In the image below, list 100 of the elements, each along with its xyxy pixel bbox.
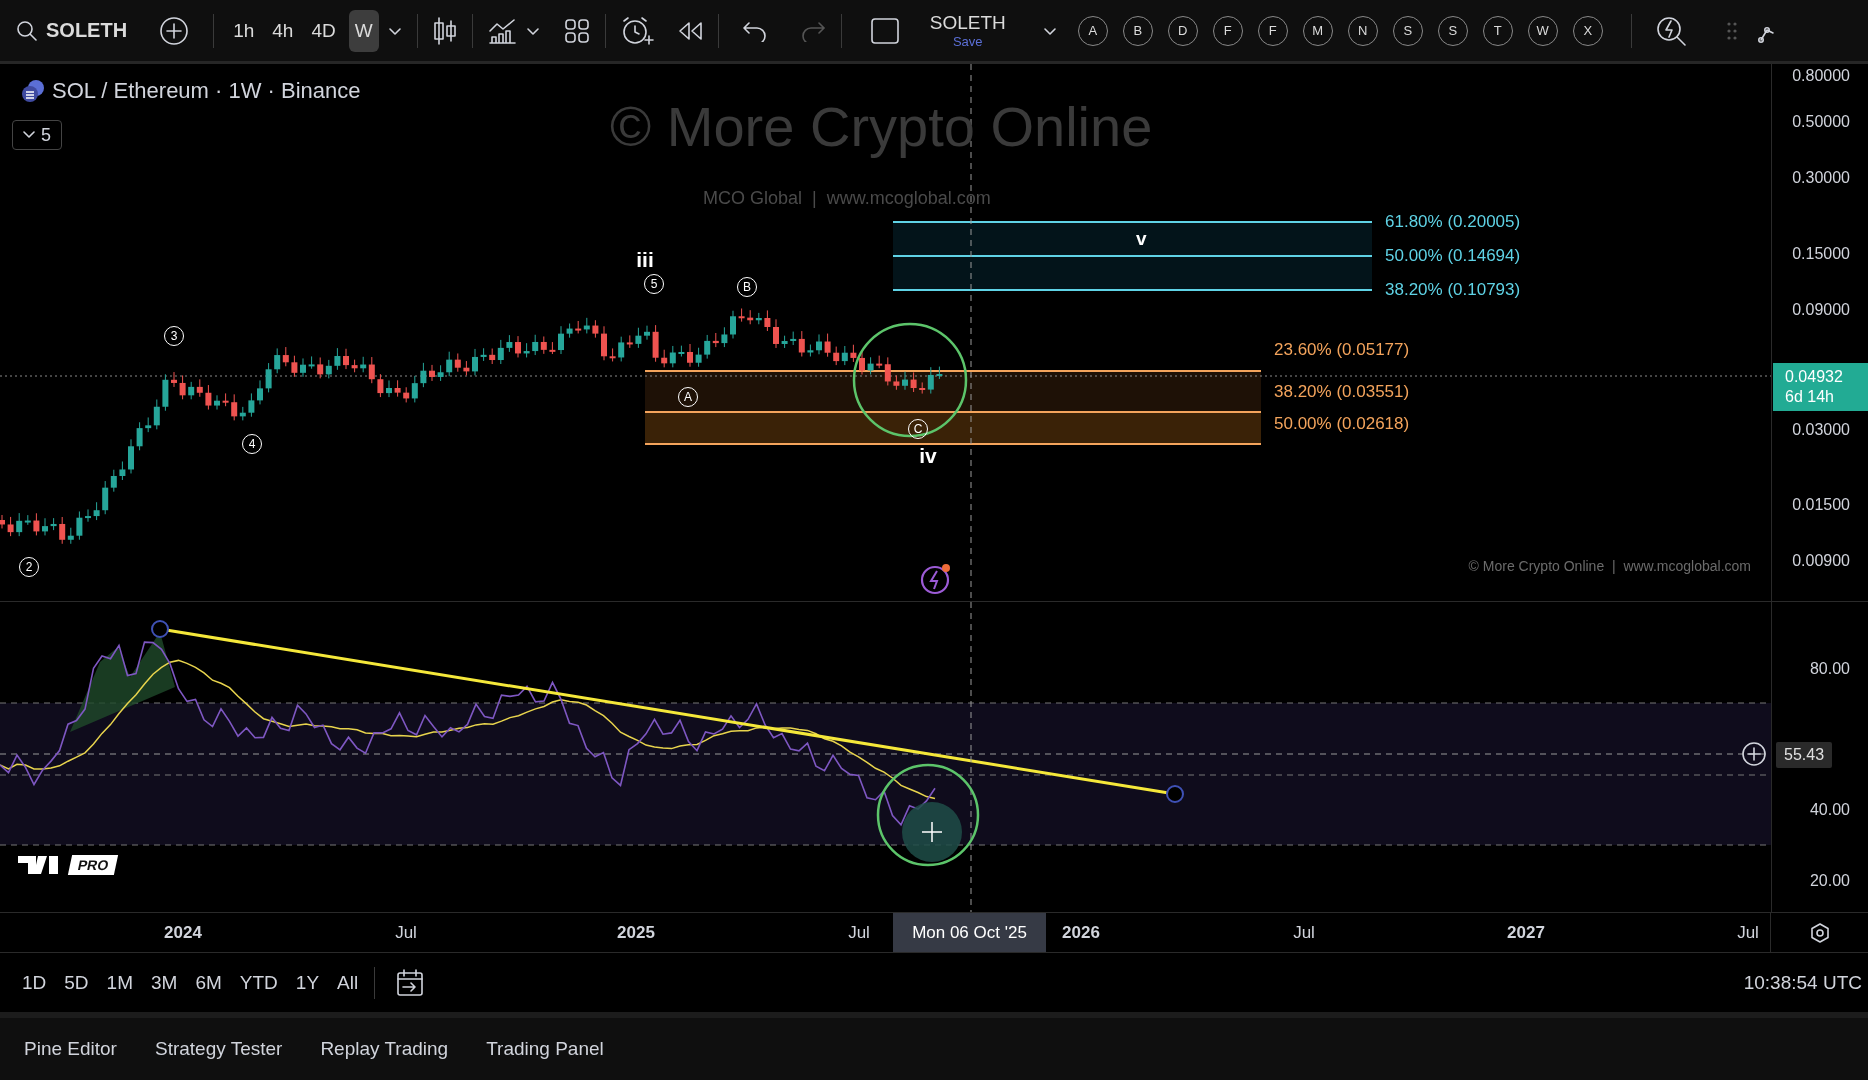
fibonacci-label: 38.20% (0.10793) (1385, 280, 1521, 300)
date-range-button[interactable]: 1D (14, 965, 55, 1000)
time-axis-label: Jul (1293, 922, 1315, 943)
lightning-icon[interactable] (919, 562, 953, 596)
candlestick (850, 344, 857, 363)
time-axis-label: Jul (1737, 922, 1759, 943)
candlestick (85, 508, 91, 523)
candlestick (644, 325, 650, 341)
price-axis-label: 0.15000 (1792, 245, 1850, 263)
grid-icon[interactable] (562, 16, 591, 45)
interval-tab[interactable]: W (348, 9, 379, 52)
interval-tab[interactable]: 4D (306, 9, 341, 52)
candlestick (265, 362, 272, 393)
date-range-button[interactable]: 1M (98, 965, 141, 1000)
chart-title: SOL / Ethereum · 1W · Binance (52, 78, 361, 104)
candlestick (0, 514, 5, 529)
candlestick (721, 326, 728, 348)
candlestick (824, 333, 831, 358)
candlestick (128, 438, 134, 474)
price-axis-label: 0.50000 (1792, 113, 1850, 131)
time-axis-label: 2026 (1062, 922, 1100, 943)
date-range-button[interactable]: YTD (231, 965, 286, 1000)
candlestick (910, 371, 917, 393)
candlestick (76, 510, 83, 541)
crosshair-value-badge: 55.43 (1776, 742, 1833, 768)
layout-save-button[interactable]: SOLETH Save (929, 13, 1006, 48)
interval-tab[interactable]: 1h (228, 9, 260, 52)
candlestick (7, 516, 14, 537)
candlestick (558, 325, 564, 355)
last-price: 0.04932 (1785, 367, 1844, 387)
crosshair-cursor-icon (921, 821, 943, 843)
candlestick-icon[interactable] (431, 15, 458, 46)
interval-tab[interactable]: 4h (267, 9, 299, 52)
calendar-icon[interactable] (395, 967, 426, 998)
candlestick (162, 373, 169, 412)
candlestick (291, 355, 298, 378)
collapse-indicators-button[interactable]: 5 (12, 120, 62, 150)
candlestick (764, 309, 771, 332)
candlestick (386, 379, 392, 398)
rsi-axis-label: 20.00 (1809, 872, 1850, 890)
candlestick (394, 379, 401, 398)
rsi-axis-label: 80.00 (1809, 660, 1850, 678)
save-link[interactable]: Save (952, 35, 983, 48)
candlestick (300, 357, 306, 378)
square-icon[interactable] (869, 16, 900, 45)
candlestick (437, 364, 444, 382)
price-axis-label: 0.30000 (1792, 169, 1850, 187)
candlestick (902, 371, 908, 391)
add-circle-icon[interactable] (159, 15, 190, 46)
panel-tab[interactable]: Replay Trading (306, 1030, 463, 1068)
candlestick (523, 342, 530, 358)
symbol-logo-icon (20, 78, 46, 104)
search-icon (16, 19, 38, 42)
price-axis-label: 0.09000 (1792, 301, 1850, 319)
clock-label[interactable]: 10:38:54 UTC (1743, 971, 1862, 994)
price-axis-label: 0.01500 (1792, 496, 1850, 514)
candlestick (50, 517, 57, 531)
date-range-button[interactable]: 1Y (287, 965, 328, 1000)
candlestick (334, 347, 341, 371)
date-range-button[interactable]: 5D (56, 965, 97, 1000)
bar-chart-icon[interactable] (486, 16, 517, 45)
panel-tab[interactable]: Trading Panel (472, 1030, 618, 1068)
candlestick (42, 517, 48, 536)
panel-tab[interactable]: Pine Editor (10, 1030, 131, 1068)
candlestick (781, 335, 788, 349)
copyright-note: © More Crypto Online | www.mcoglobal.com (1468, 558, 1751, 574)
chart-watermark: © More Crypto Online (610, 94, 1153, 159)
candlestick (308, 355, 315, 370)
candlestick (678, 345, 685, 357)
candlestick (463, 360, 470, 376)
candlestick (222, 392, 229, 407)
candlestick (429, 364, 435, 382)
candlestick (592, 319, 599, 339)
undo-icon[interactable] (740, 19, 769, 42)
fibonacci-label: 50.00% (0.02618) (1274, 414, 1410, 434)
candlestick (549, 341, 556, 355)
candlestick (351, 359, 358, 373)
add-circle-icon[interactable] (1741, 741, 1767, 767)
wave-label: v (1136, 228, 1147, 250)
panel-tab[interactable]: Strategy Tester (140, 1030, 297, 1068)
time-axis-label: 2025 (617, 922, 655, 943)
candlestick (601, 325, 607, 361)
date-range-button[interactable]: All (329, 965, 367, 1000)
date-range-button[interactable]: 3M (143, 965, 186, 1000)
candlestick (119, 461, 126, 481)
candlestick (635, 327, 642, 349)
symbol-name: SOLETH (46, 19, 128, 42)
symbol-search[interactable]: SOLETH (12, 15, 132, 46)
chart-watermark: MCO Global | www.mcoglobal.com (703, 188, 991, 209)
candlestick (936, 366, 943, 380)
candlestick (136, 421, 143, 451)
candlestick (377, 373, 384, 398)
candlestick (730, 310, 736, 339)
candlestick (506, 334, 513, 353)
wave-label: iv (919, 444, 937, 466)
lightning-search-icon[interactable] (1655, 14, 1688, 47)
fibonacci-label: 23.60% (0.05177) (1274, 340, 1410, 360)
candlestick (566, 323, 573, 339)
candlestick (515, 335, 521, 358)
date-range-button[interactable]: 6M (187, 965, 230, 1000)
